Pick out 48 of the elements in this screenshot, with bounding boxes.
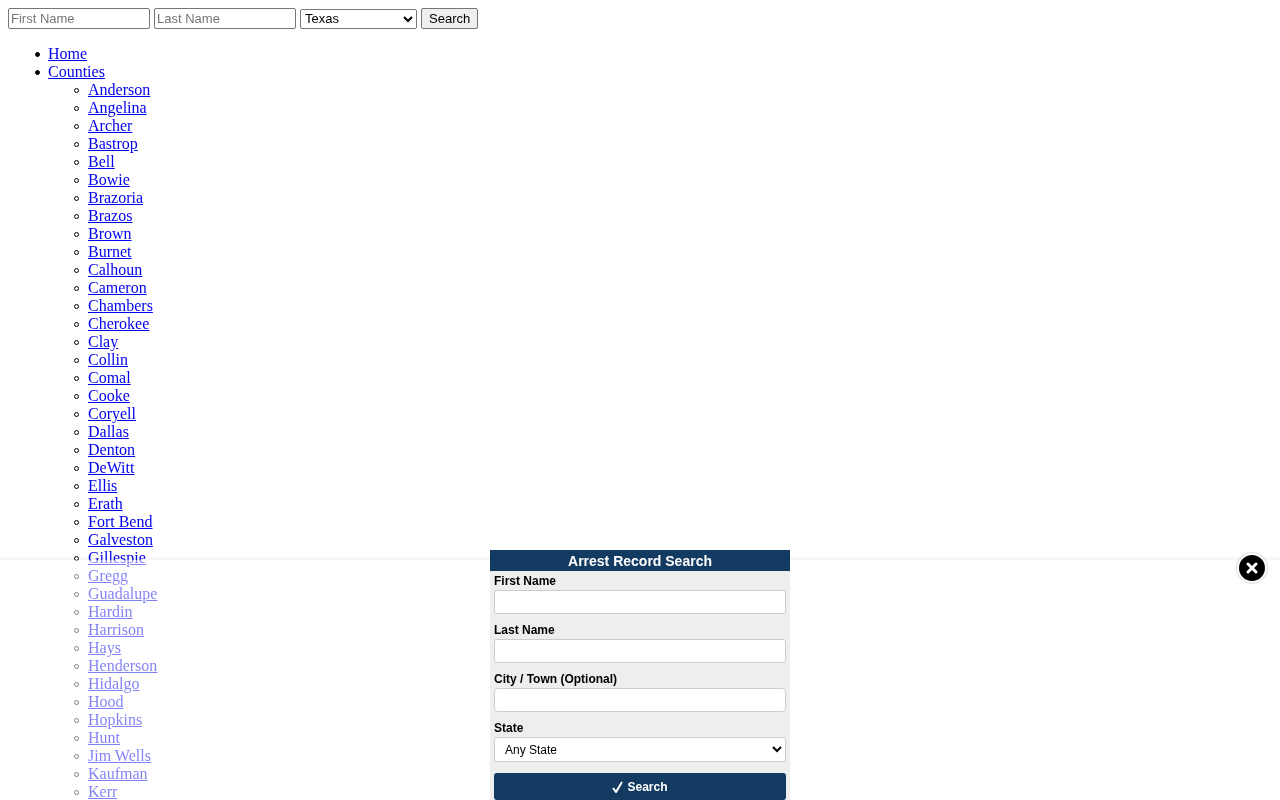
bullet-icon [35, 70, 40, 75]
check-icon [612, 780, 624, 793]
nav-link[interactable]: Cameron [88, 279, 147, 297]
nav-link[interactable]: Gillespie [88, 549, 146, 567]
nav-link[interactable]: Burnet [88, 243, 132, 261]
nav-link[interactable]: Chambers [88, 297, 153, 315]
nav-link[interactable]: Anderson [88, 81, 151, 99]
bullet-icon [35, 52, 40, 57]
nav-link[interactable]: Galveston [88, 531, 153, 549]
field-label: Last Name [494, 623, 555, 637]
nav-link[interactable]: Comal [88, 369, 131, 387]
search-button[interactable]: Search [421, 8, 479, 29]
input-field[interactable] [494, 590, 786, 614]
input-field[interactable] [494, 688, 786, 712]
input-field[interactable] [494, 639, 786, 663]
nav-link[interactable]: Bastrop [88, 135, 138, 153]
nav-link[interactable]: Bell [88, 153, 115, 171]
nav-link[interactable]: Collin [88, 351, 128, 369]
close-icon [1246, 562, 1258, 574]
nav-link[interactable]: Cooke [88, 387, 130, 405]
nav-link[interactable]: Erath [88, 495, 123, 513]
state-select[interactable]: Texas [300, 8, 417, 29]
field-label: First Name [494, 574, 557, 588]
field-label: State [494, 721, 524, 735]
nav-link[interactable]: Home [48, 45, 88, 63]
nav-link[interactable]: Angelina [88, 99, 147, 117]
search-button[interactable]: Search [494, 773, 786, 800]
nav-link[interactable]: Clay [88, 333, 119, 351]
nav-link[interactable]: Bowie [88, 171, 130, 189]
nav-link[interactable]: Brazoria [88, 189, 144, 207]
state-select[interactable]: Any State [494, 737, 786, 762]
name-field[interactable]: Last Name [154, 8, 296, 29]
nav-link[interactable]: Archer [88, 117, 133, 135]
nav-link[interactable]: Cherokee [88, 315, 150, 333]
name-field[interactable]: First Name [8, 8, 150, 29]
nav-link[interactable]: Fort Bend [88, 513, 153, 531]
nav-link[interactable]: Dallas [88, 423, 129, 441]
nav-link[interactable]: Calhoun [88, 261, 143, 279]
nav-link[interactable]: Ellis [88, 477, 118, 495]
nav-link[interactable]: Coryell [88, 405, 136, 423]
nav-link[interactable]: Brown [88, 225, 132, 243]
nav-link[interactable]: Denton [88, 441, 136, 459]
nav-link[interactable]: Brazos [88, 207, 133, 225]
field-label: City / Town (Optional) [494, 672, 618, 686]
panel-title: Arrest Record Search [490, 550, 790, 571]
close-button[interactable] [1237, 553, 1267, 583]
nav-link[interactable]: Counties [48, 63, 105, 81]
nav-link[interactable]: DeWitt [88, 459, 135, 477]
